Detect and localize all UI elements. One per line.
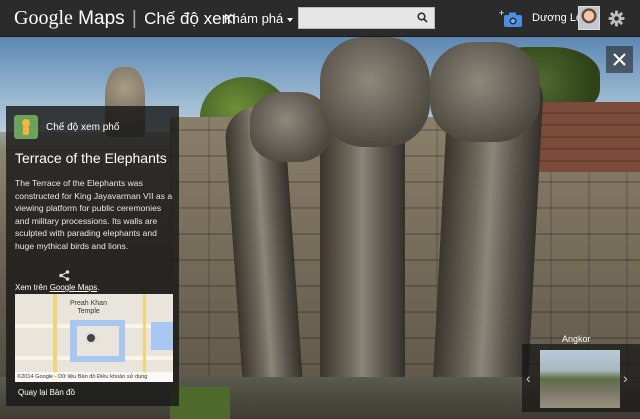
explore-label: Khám phá [224,11,284,26]
logo-separator: | [131,8,137,29]
explore-menu-button[interactable]: Khám phá [224,11,294,26]
thumbnail-image[interactable] [540,350,620,408]
elephant-head [250,92,330,162]
map-lake [151,322,173,350]
search-icon [417,12,428,23]
map-location-marker [85,332,97,344]
street-view-label: Chế độ xem phố [46,121,120,133]
logo[interactable]: Google Maps | Chế độ xem [14,7,236,30]
chevron-right-icon[interactable]: › [623,370,628,386]
thumbnail-label: Angkor [562,334,591,344]
user-name[interactable]: Dương Lê [532,12,582,24]
logo-product: Maps [78,8,125,29]
close-icon [613,53,626,66]
back-to-map-link[interactable]: Quay lại Bản đồ [18,388,75,397]
map-road [143,294,146,382]
logo-brand: Google [14,7,73,29]
add-photo-button[interactable]: + [499,8,523,29]
elephant-head [430,42,540,142]
share-icon [59,270,70,281]
close-button[interactable] [606,46,633,73]
camera-icon: + [499,8,522,27]
thumbnail-strip: ‹ › [522,344,640,412]
search-button[interactable] [412,8,434,28]
place-title: Terrace of the Elephants [15,150,167,166]
chevron-left-icon[interactable]: ‹ [526,370,531,386]
street-view-badge: Chế độ xem phố [14,115,119,139]
search-input[interactable] [299,8,411,28]
view-on-google-maps: Xem trên Google Maps. [15,283,100,292]
gear-icon [608,10,625,27]
top-bar: Google Maps | Chế độ xem Khám phá + Dươn… [0,0,640,37]
map-road [53,294,57,382]
grass [170,387,230,419]
place-description: The Terrace of the Elephants was constru… [15,178,173,251]
elephant-head [320,37,430,147]
logo-mode: Chế độ xem [144,9,236,28]
caret-down-icon [287,17,294,22]
map-label: Preah Khan Temple [70,300,107,315]
map-attribution: ©2014 Google - Dữ liệu Bản đồ Điều khoản… [15,372,173,382]
pegman-icon [14,115,38,139]
mini-map[interactable]: Preah Khan Temple ©2014 Google - Dữ liệu… [15,294,173,382]
google-maps-link[interactable]: Google Maps [50,283,98,292]
search-box [298,7,435,29]
map-temple-grounds [77,326,119,356]
svg-text:+: + [499,9,504,18]
avatar[interactable] [578,6,600,30]
info-panel: Chế độ xem phố Terrace of the Elephants … [6,106,179,406]
settings-button[interactable] [608,10,625,27]
